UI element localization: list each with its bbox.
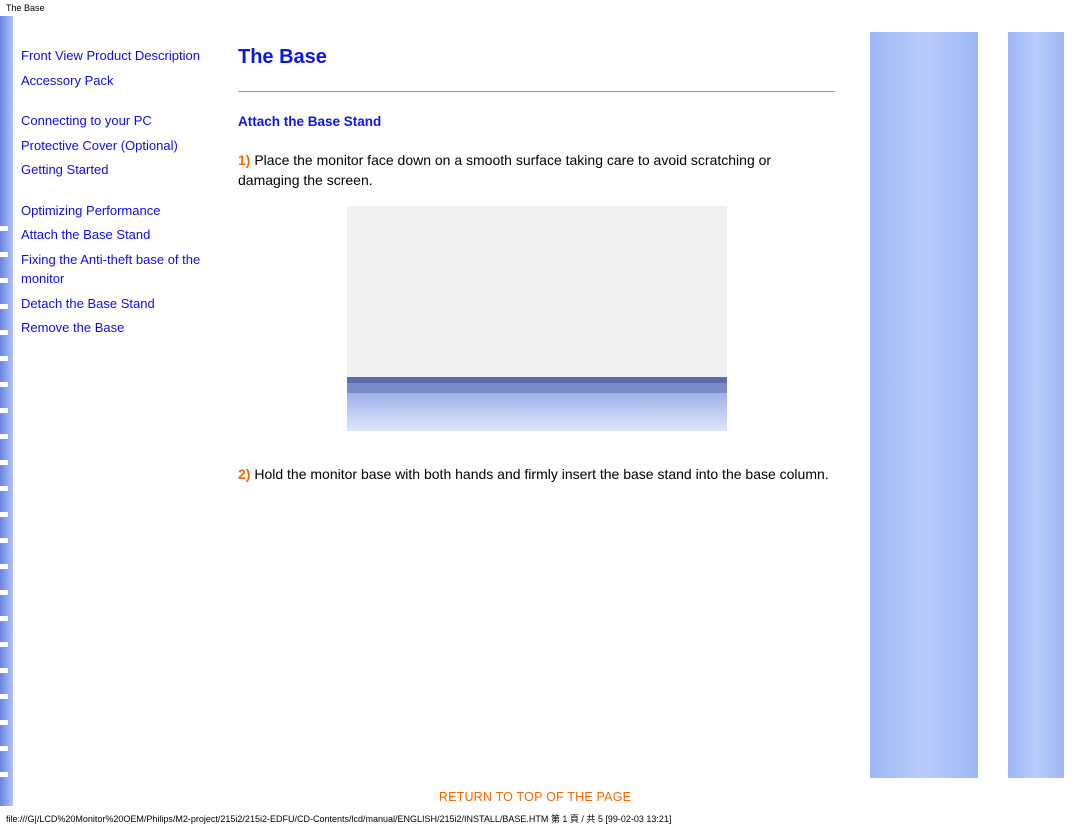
page-title: The Base — [238, 46, 835, 69]
nav-attach-base-stand[interactable]: Attach the Base Stand — [21, 225, 212, 245]
nav-connecting-pc[interactable]: Connecting to your PC — [21, 111, 212, 131]
section-heading: Attach the Base Stand — [238, 114, 835, 129]
figure-placeholder — [347, 206, 727, 431]
notch-wrap — [0, 226, 13, 798]
nav-protective-cover[interactable]: Protective Cover (Optional) — [21, 136, 212, 156]
nav-accessory-pack[interactable]: Accessory Pack — [21, 71, 212, 91]
divider — [238, 91, 835, 92]
nav-optimizing-performance[interactable]: Optimizing Performance — [21, 201, 212, 221]
right-col-1 — [870, 32, 978, 778]
left-stripe — [0, 16, 13, 806]
nav-fixing-anti-theft[interactable]: Fixing the Anti-theft base of the monito… — [21, 250, 212, 289]
step-1-num: 1) — [238, 152, 250, 168]
step-1: 1) Place the monitor face down on a smoo… — [238, 151, 835, 190]
main-content: The Base Attach the Base Stand 1) Place … — [220, 16, 850, 806]
footer-path: file:///G|/LCD%20Monitor%20OEM/Philips/M… — [0, 806, 1080, 825]
nav-detach-base-stand[interactable]: Detach the Base Stand — [21, 294, 212, 314]
top-bar: The Base — [0, 0, 1080, 16]
right-col-2 — [1008, 32, 1064, 778]
nav-remove-base[interactable]: Remove the Base — [21, 318, 212, 338]
nav-front-view[interactable]: Front View Product Description — [21, 46, 212, 66]
step-2: 2) Hold the monitor base with both hands… — [238, 465, 835, 485]
step-2-text: Hold the monitor base with both hands an… — [250, 466, 828, 482]
sidebar: Front View Product Description Accessory… — [13, 16, 220, 806]
container: Front View Product Description Accessory… — [0, 16, 1080, 806]
return-to-top-link[interactable]: RETURN TO TOP OF THE PAGE — [220, 790, 850, 804]
right-decoration — [870, 32, 1080, 778]
step-1-text: Place the monitor face down on a smooth … — [238, 152, 771, 188]
nav-getting-started[interactable]: Getting Started — [21, 160, 212, 180]
step-2-num: 2) — [238, 466, 250, 482]
